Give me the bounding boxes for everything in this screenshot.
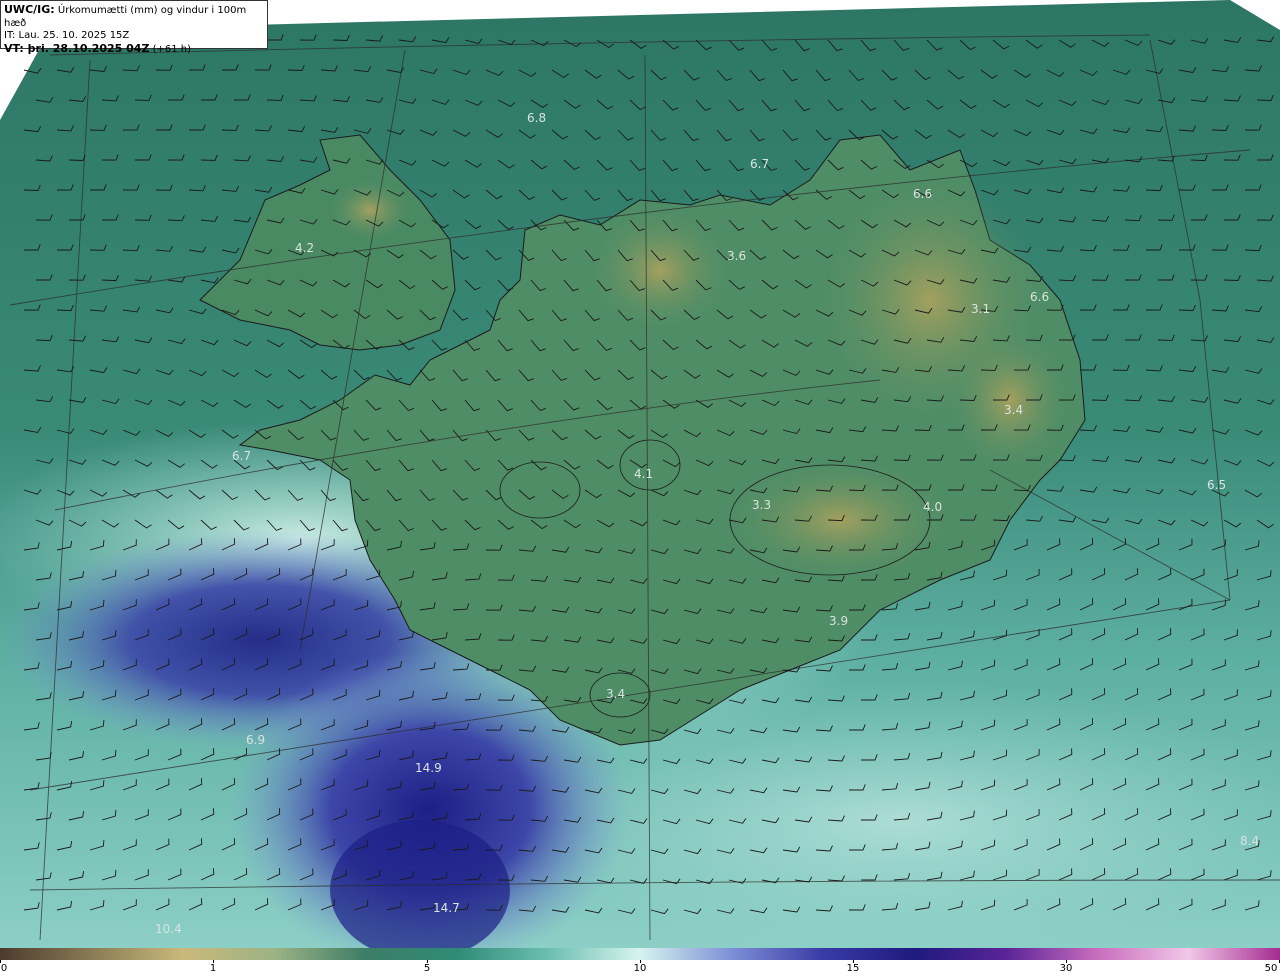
valid-line: VT: þri. 28.10.2025 04Z (+61 h) — [4, 41, 264, 57]
value-label: 3.6 — [727, 249, 746, 263]
value-label: 4.2 — [295, 241, 314, 255]
value-label: 6.7 — [232, 449, 251, 463]
valid-time: VT: þri. 28.10.2025 04Z — [4, 41, 150, 55]
value-label: 14.7 — [433, 901, 460, 915]
value-label: 14.9 — [415, 761, 442, 775]
value-label: 6.6 — [913, 187, 932, 201]
map-title-box: UWC/IG: Úrkomumætti (mm) og vindur i 100… — [0, 0, 268, 55]
highland-westfjords — [330, 180, 410, 240]
highland-north — [590, 210, 730, 330]
value-label: 3.4 — [606, 687, 625, 701]
colorbar-tick: 0 — [0, 963, 8, 974]
value-label: 4.1 — [634, 467, 653, 481]
value-label: 6.5 — [1207, 478, 1226, 492]
colorbar-tick: 1 — [209, 963, 217, 974]
model-label: UWC/IG: — [4, 3, 55, 16]
colorbar-tick: 30 — [1059, 963, 1073, 974]
colorbar-ticks: 0 1 5 10 15 30 50 — [0, 960, 1280, 978]
colorbar-tick: 5 — [423, 963, 431, 974]
value-label: 3.4 — [1004, 403, 1023, 417]
value-label: 6.6 — [1030, 290, 1049, 304]
colorbar — [0, 948, 1280, 960]
value-label: 6.8 — [527, 111, 546, 125]
value-label: 10.4 — [155, 922, 182, 936]
colorbar-tick: 10 — [633, 963, 647, 974]
value-label: 6.7 — [750, 157, 769, 171]
value-label: 3.1 — [971, 302, 990, 316]
value-label: 3.9 — [829, 614, 848, 628]
value-label: 3.3 — [752, 498, 771, 512]
value-label: 8.4 — [1240, 834, 1259, 848]
colorbar-tick: 15 — [846, 963, 860, 974]
lead-time: (+61 h) — [152, 43, 192, 55]
value-label: 6.9 — [246, 733, 265, 747]
map-viewer: 6.8 6.7 6.6 4.2 3.6 6.6 3.1 3.4 4.1 3.3 … — [0, 0, 1280, 978]
weather-map: 6.8 6.7 6.6 4.2 3.6 6.6 3.1 3.4 4.1 3.3 … — [0, 0, 1280, 948]
title-line: UWC/IG: Úrkomumætti (mm) og vindur i 100… — [4, 3, 264, 30]
colorbar-tick: 50 — [1264, 963, 1278, 974]
value-label: 4.0 — [923, 500, 942, 514]
